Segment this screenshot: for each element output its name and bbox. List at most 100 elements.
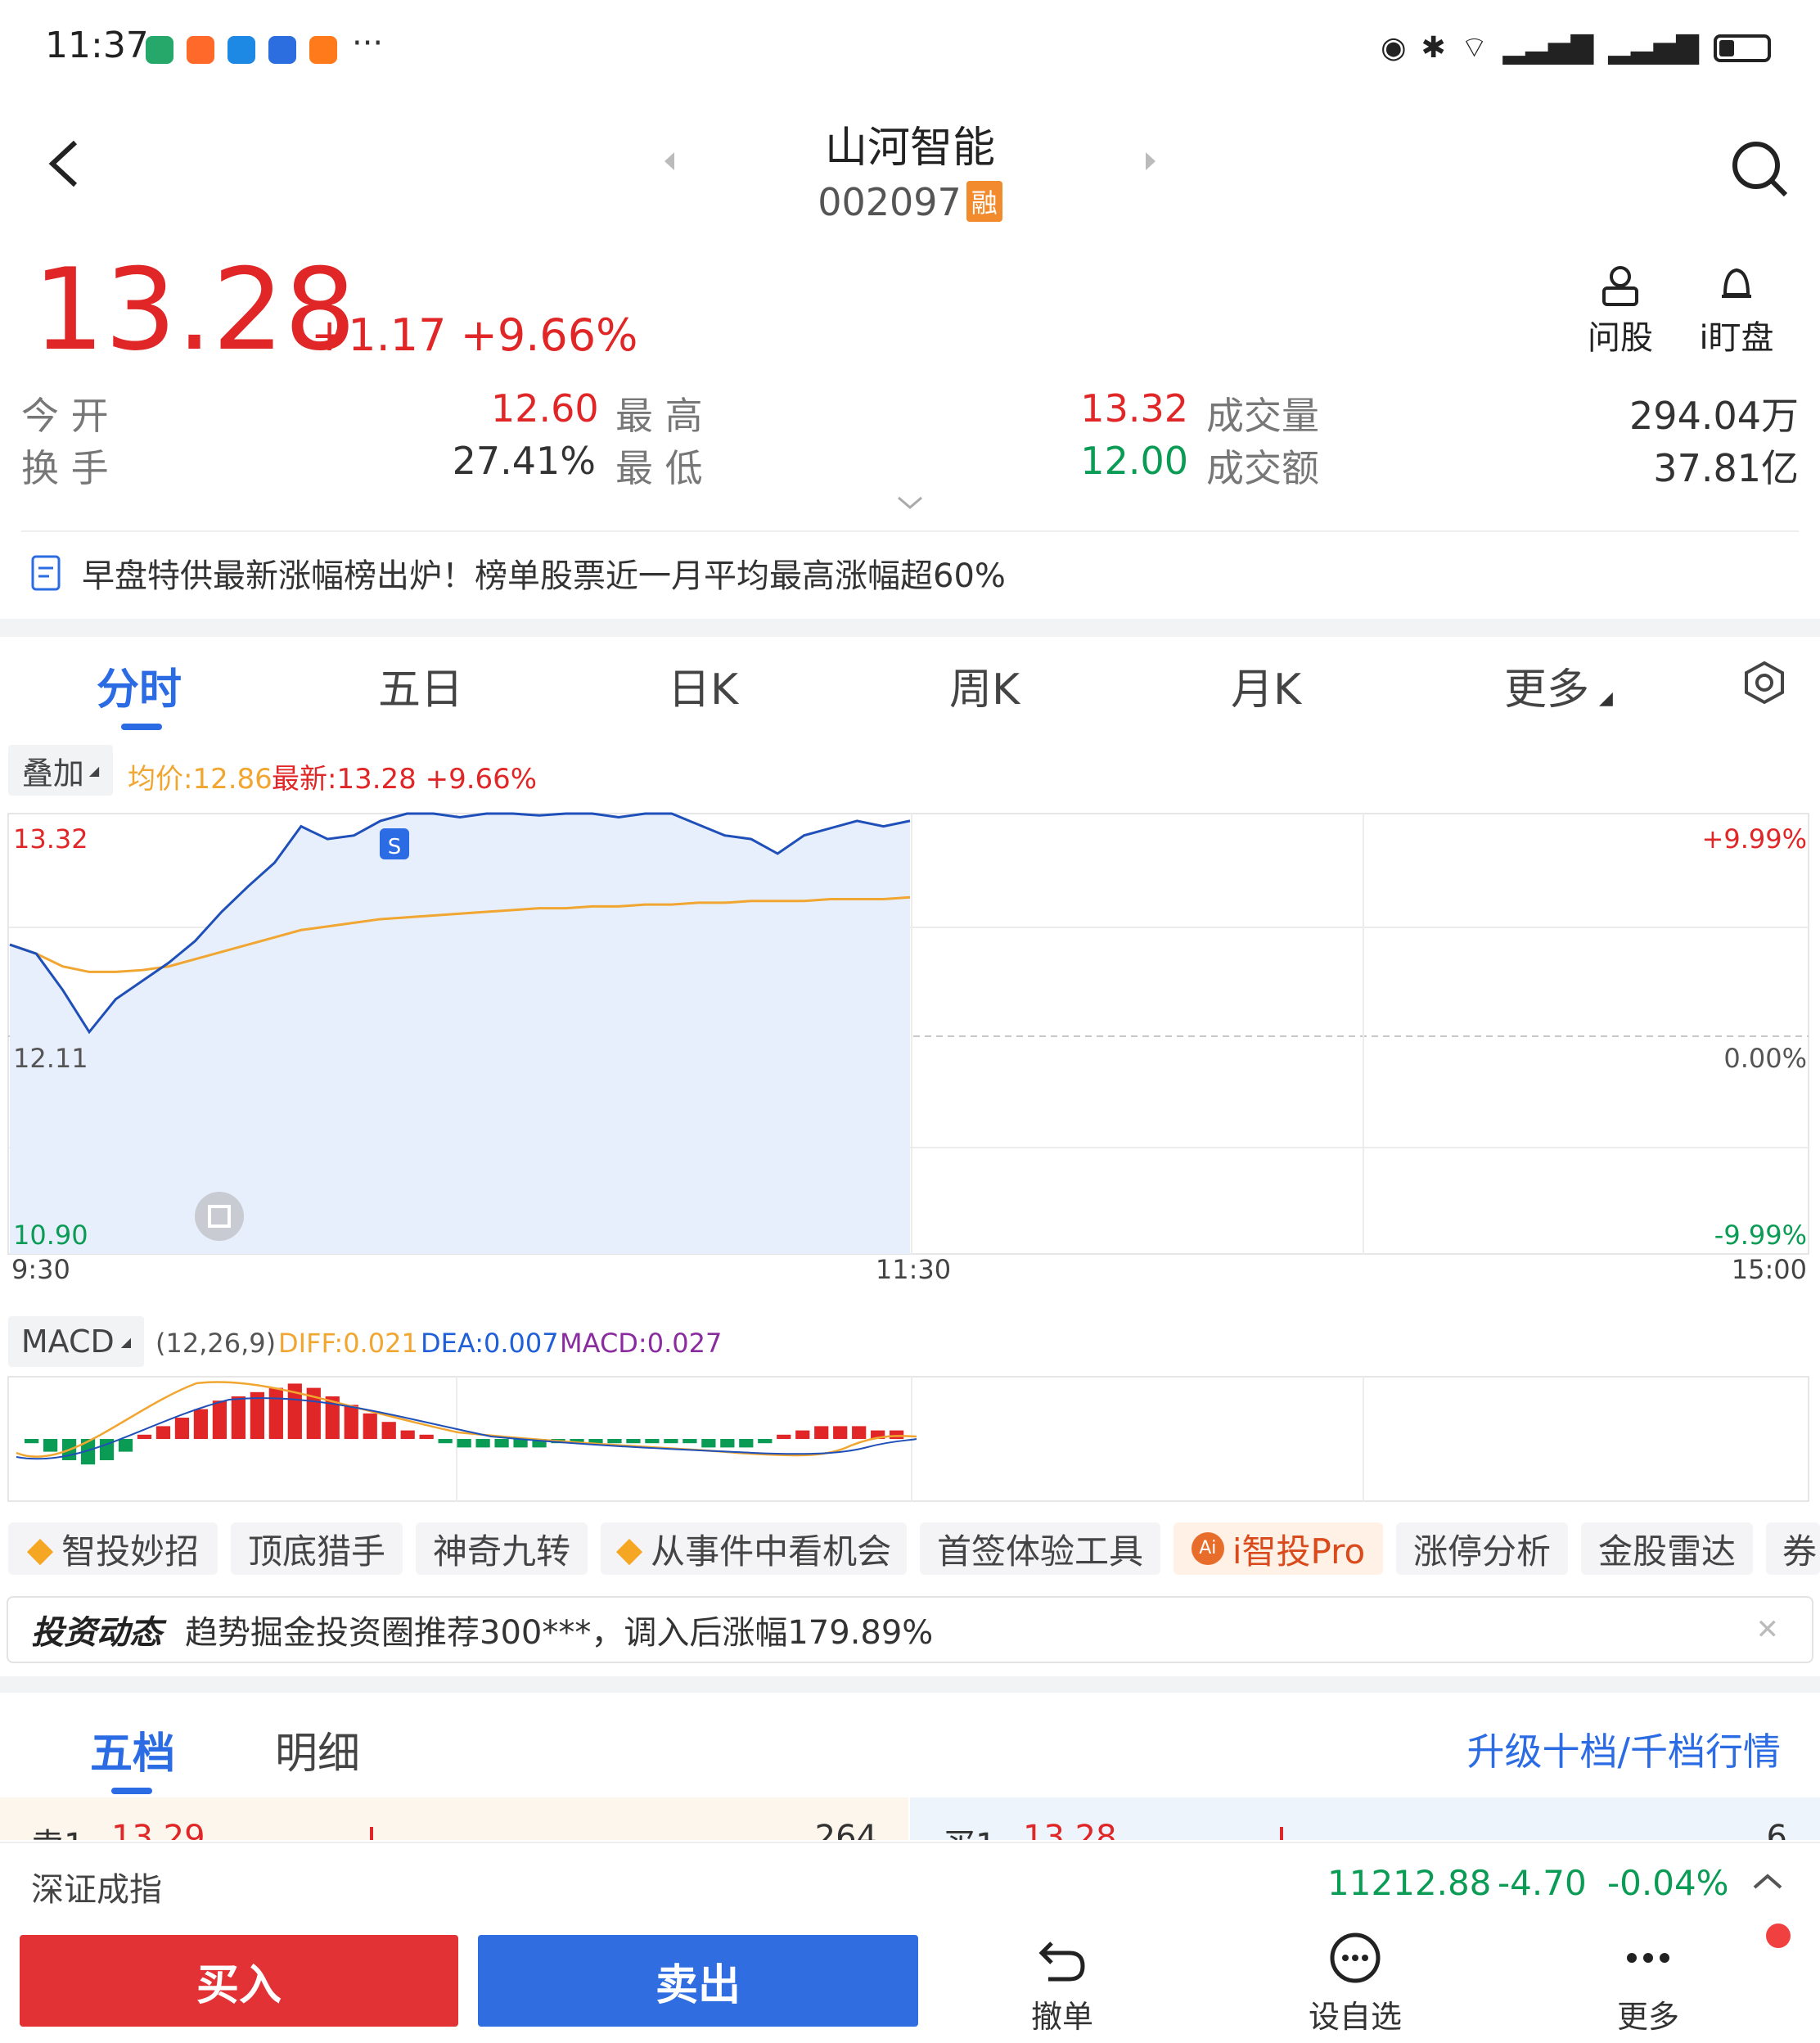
more-dots-icon xyxy=(1627,1953,1669,1963)
macd-bar xyxy=(212,1400,228,1439)
chevron-up-icon[interactable] xyxy=(1751,1871,1784,1891)
macd-bar xyxy=(814,1426,829,1439)
macd-bar xyxy=(777,1434,791,1439)
last-price: 13.28 xyxy=(33,244,357,376)
s-marker-icon: S xyxy=(380,828,409,859)
latest-price-text: 最新:13.28 +9.66% xyxy=(272,763,538,796)
index-value: 11212.88 xyxy=(1327,1863,1492,1903)
amount-label: 成交额 xyxy=(1206,446,1319,490)
macd-bar xyxy=(626,1439,641,1444)
expand-chevron-icon[interactable] xyxy=(897,494,923,514)
buy1-bar xyxy=(1280,1827,1283,1840)
chip-smart-tips[interactable]: ◆ 智投妙招 xyxy=(8,1522,218,1575)
ask-stock-label: 问股 xyxy=(1588,319,1653,357)
news-banner[interactable]: 早盘特供最新涨幅榜出炉！榜单股票近一月平均最高涨幅超60% xyxy=(29,548,1006,598)
open-value: 12.60 xyxy=(491,386,599,431)
watermark-icon xyxy=(195,1192,244,1241)
macd-chart[interactable] xyxy=(0,1375,1820,1506)
section-gap xyxy=(0,1676,1820,1693)
more-label: 更多 xyxy=(1616,1999,1679,2035)
amount-value: 37.81亿 xyxy=(1653,446,1799,490)
close-icon[interactable]: ✕ xyxy=(1756,1613,1780,1646)
chip-ai-pro[interactable]: Ai i智投Pro xyxy=(1174,1522,1383,1575)
tab-weekly-k[interactable]: 周K xyxy=(949,655,1020,716)
dropdown-corner-icon: ◢ xyxy=(120,1333,132,1350)
tab-intraday[interactable]: 分时 xyxy=(97,655,182,716)
sell1-bar xyxy=(370,1827,373,1840)
chart-settings-icon[interactable] xyxy=(1741,660,1787,709)
signal-icon: ▂▃▅▇ xyxy=(1502,31,1594,65)
bell-icon xyxy=(1722,268,1751,298)
undo-icon xyxy=(1038,1942,1085,1982)
tab-five-day[interactable]: 五日 xyxy=(378,655,463,716)
macd-bar xyxy=(363,1413,377,1439)
cancel-order-button[interactable]: 撤单 xyxy=(1005,1932,1119,2036)
notification-dot xyxy=(1766,1923,1791,1948)
sell-button[interactable]: 卖出 xyxy=(478,1935,918,2027)
index-bar[interactable]: 深证成指 11212.88 -4.70 -0.04% xyxy=(0,1842,1820,1920)
macd-diff: DIFF:0.021 xyxy=(278,1328,418,1359)
cancel-order-label: 撤单 xyxy=(1030,1999,1093,2035)
chip-nine-turns[interactable]: 神奇九转 xyxy=(416,1522,588,1575)
index-change: -4.70 xyxy=(1498,1863,1587,1903)
macd-bar xyxy=(155,1426,171,1439)
invest-banner[interactable]: 投资动态 趋势掘金投资圈推荐300***，调入后涨幅179.89% ✕ xyxy=(7,1596,1813,1663)
macd-bar xyxy=(833,1426,848,1439)
macd-bar xyxy=(607,1439,622,1444)
intraday-chart[interactable]: S 13.32 12.11 10.90 +9.99% 0.00% -9.99% … xyxy=(0,810,1820,1285)
macd-bar xyxy=(457,1439,471,1448)
chip-top-bottom[interactable]: 顶底猎手 xyxy=(231,1522,403,1575)
status-time: 11:37 xyxy=(45,25,149,66)
macd-dea: DEA:0.007 xyxy=(421,1328,559,1359)
tab-more[interactable]: 更多 ◢ xyxy=(1504,655,1613,716)
price-area-fill xyxy=(10,814,910,1254)
tab-daily-k[interactable]: 日K xyxy=(668,655,738,716)
dropdown-corner-icon: ◢ xyxy=(88,762,100,778)
buy1-price: 13.28 xyxy=(1023,1819,1117,1840)
buy-button[interactable]: 买入 xyxy=(20,1935,458,2027)
macd-bar xyxy=(795,1430,810,1439)
stock-code-text: 002097 xyxy=(818,180,962,224)
person-icon xyxy=(1602,266,1638,306)
stock-name: 山河智能 xyxy=(824,124,995,173)
tab-five-levels[interactable]: 五档 xyxy=(90,1719,175,1780)
chip-trial-tool[interactable]: 首签体验工具 xyxy=(920,1522,1160,1575)
tab-details[interactable]: 明细 xyxy=(275,1719,360,1780)
search-icon[interactable] xyxy=(1727,136,1792,201)
turnover-value: 27.41% xyxy=(452,439,596,483)
y-pct-mid: 0.00% xyxy=(1723,1043,1807,1074)
more-notifications-icon: ··· xyxy=(352,25,384,62)
invest-brand: 投资动态 xyxy=(31,1614,162,1652)
tab-monthly-k[interactable]: 月K xyxy=(1231,655,1301,716)
wifi-icon: ⌔ xyxy=(1460,31,1489,65)
macd-bar xyxy=(890,1430,904,1439)
price-change: +1.17 +9.66% xyxy=(311,309,638,361)
chip-limit-up[interactable]: 涨停分析 xyxy=(1396,1522,1568,1575)
chip-ai-pro-label: i智投Pro xyxy=(1232,1531,1366,1572)
ask-stock-button[interactable]: 问股 xyxy=(1588,262,1653,359)
macd-bar xyxy=(419,1434,434,1439)
open-label: 今 开 xyxy=(21,394,109,438)
sell1-price: 13.29 xyxy=(111,1819,205,1840)
macd-bar xyxy=(381,1422,396,1439)
macd-bar xyxy=(758,1439,773,1444)
overlay-button[interactable]: 叠加 ◢ xyxy=(8,745,113,796)
chip-coupon[interactable]: 券 xyxy=(1766,1522,1820,1575)
dea-line xyxy=(16,1397,917,1460)
divider xyxy=(21,530,1799,532)
svg-text:S: S xyxy=(388,835,402,859)
quote-row-2: 换 手 27.41% 最 低 12.00 成交额 37.81亿 xyxy=(0,439,1820,490)
eye-icon: ◉ xyxy=(1381,31,1407,65)
ai-icon: Ai xyxy=(1191,1532,1224,1565)
upgrade-link[interactable]: 升级十档/千档行情 xyxy=(1467,1722,1782,1776)
chip-gold-radar[interactable]: 金股雷达 xyxy=(1581,1522,1753,1575)
macd-selector[interactable]: MACD ◢ xyxy=(8,1316,144,1367)
add-watchlist-button[interactable]: 设自选 xyxy=(1298,1932,1412,2036)
y-label-high: 13.32 xyxy=(13,823,88,855)
watch-label: i盯盘 xyxy=(1699,319,1774,357)
watch-button[interactable]: i盯盘 xyxy=(1699,262,1774,359)
chip-event-opportunity[interactable]: ◆ 从事件中看机会 xyxy=(601,1522,907,1575)
more-button[interactable]: 更多 xyxy=(1591,1932,1705,2036)
y-pct-high: +9.99% xyxy=(1702,823,1807,855)
macd-bar xyxy=(475,1439,490,1448)
